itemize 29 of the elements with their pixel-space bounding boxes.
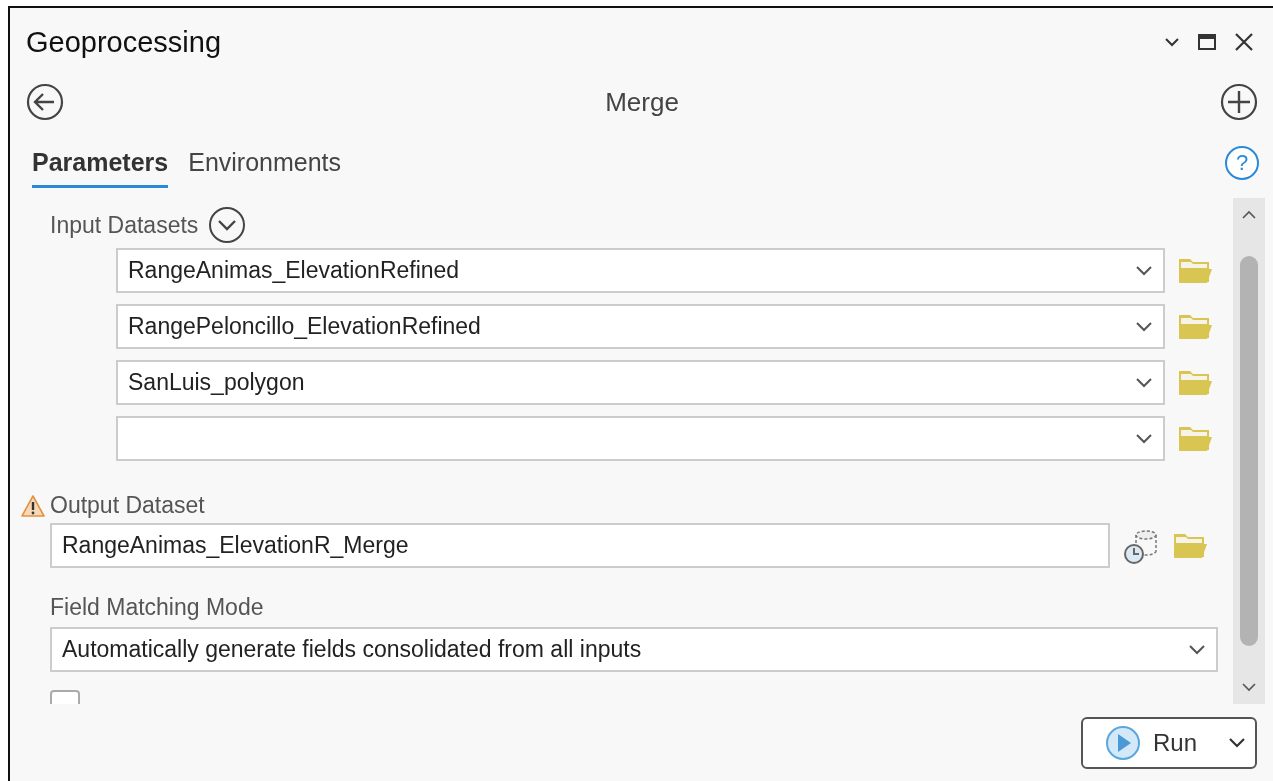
dataset-dropdown[interactable]: SanLuis_polygon (116, 360, 1165, 405)
chevron-down-icon[interactable] (1163, 36, 1181, 48)
chevron-down-icon (1135, 320, 1153, 333)
tool-title: Merge (605, 86, 679, 118)
parameter-label: Input Datasets (50, 211, 199, 239)
dataset-dropdown[interactable]: RangeAnimas_ElevationRefined (116, 248, 1165, 293)
close-icon[interactable] (1233, 31, 1255, 53)
help-button[interactable]: ? (1225, 146, 1259, 180)
tab[interactable]: Environments (188, 138, 342, 188)
dataset-dropdown[interactable]: RangePeloncillo_ElevationRefined (116, 304, 1165, 349)
tab[interactable]: Parameters (32, 138, 169, 188)
maximize-icon[interactable] (1197, 32, 1217, 52)
chevron-down-icon (1135, 376, 1153, 389)
output-dataset-field[interactable]: RangeAnimas_ElevationR_Merge (50, 523, 1110, 568)
chevron-down-icon (1188, 643, 1206, 656)
scrollbar-thumb[interactable] (1240, 256, 1258, 646)
chevron-down-icon (1227, 736, 1247, 749)
chevron-down-icon (1135, 264, 1153, 277)
field-matching-dropdown[interactable]: Automatically generate fields consolidated from all inputs (50, 627, 1218, 672)
play-icon (1105, 724, 1141, 761)
run-button[interactable]: Run (1081, 716, 1257, 769)
scroll-down-icon[interactable] (1241, 682, 1257, 692)
chevron-down-icon (1135, 432, 1153, 445)
window-title: Geoprocessing (26, 25, 222, 59)
parameter-label: Output Dataset (50, 492, 205, 519)
add-icon[interactable] (1220, 83, 1258, 121)
scroll-up-icon[interactable] (1241, 210, 1257, 220)
collapse-icon[interactable] (208, 206, 247, 244)
parameter-label: Field Matching Mode (50, 594, 265, 621)
